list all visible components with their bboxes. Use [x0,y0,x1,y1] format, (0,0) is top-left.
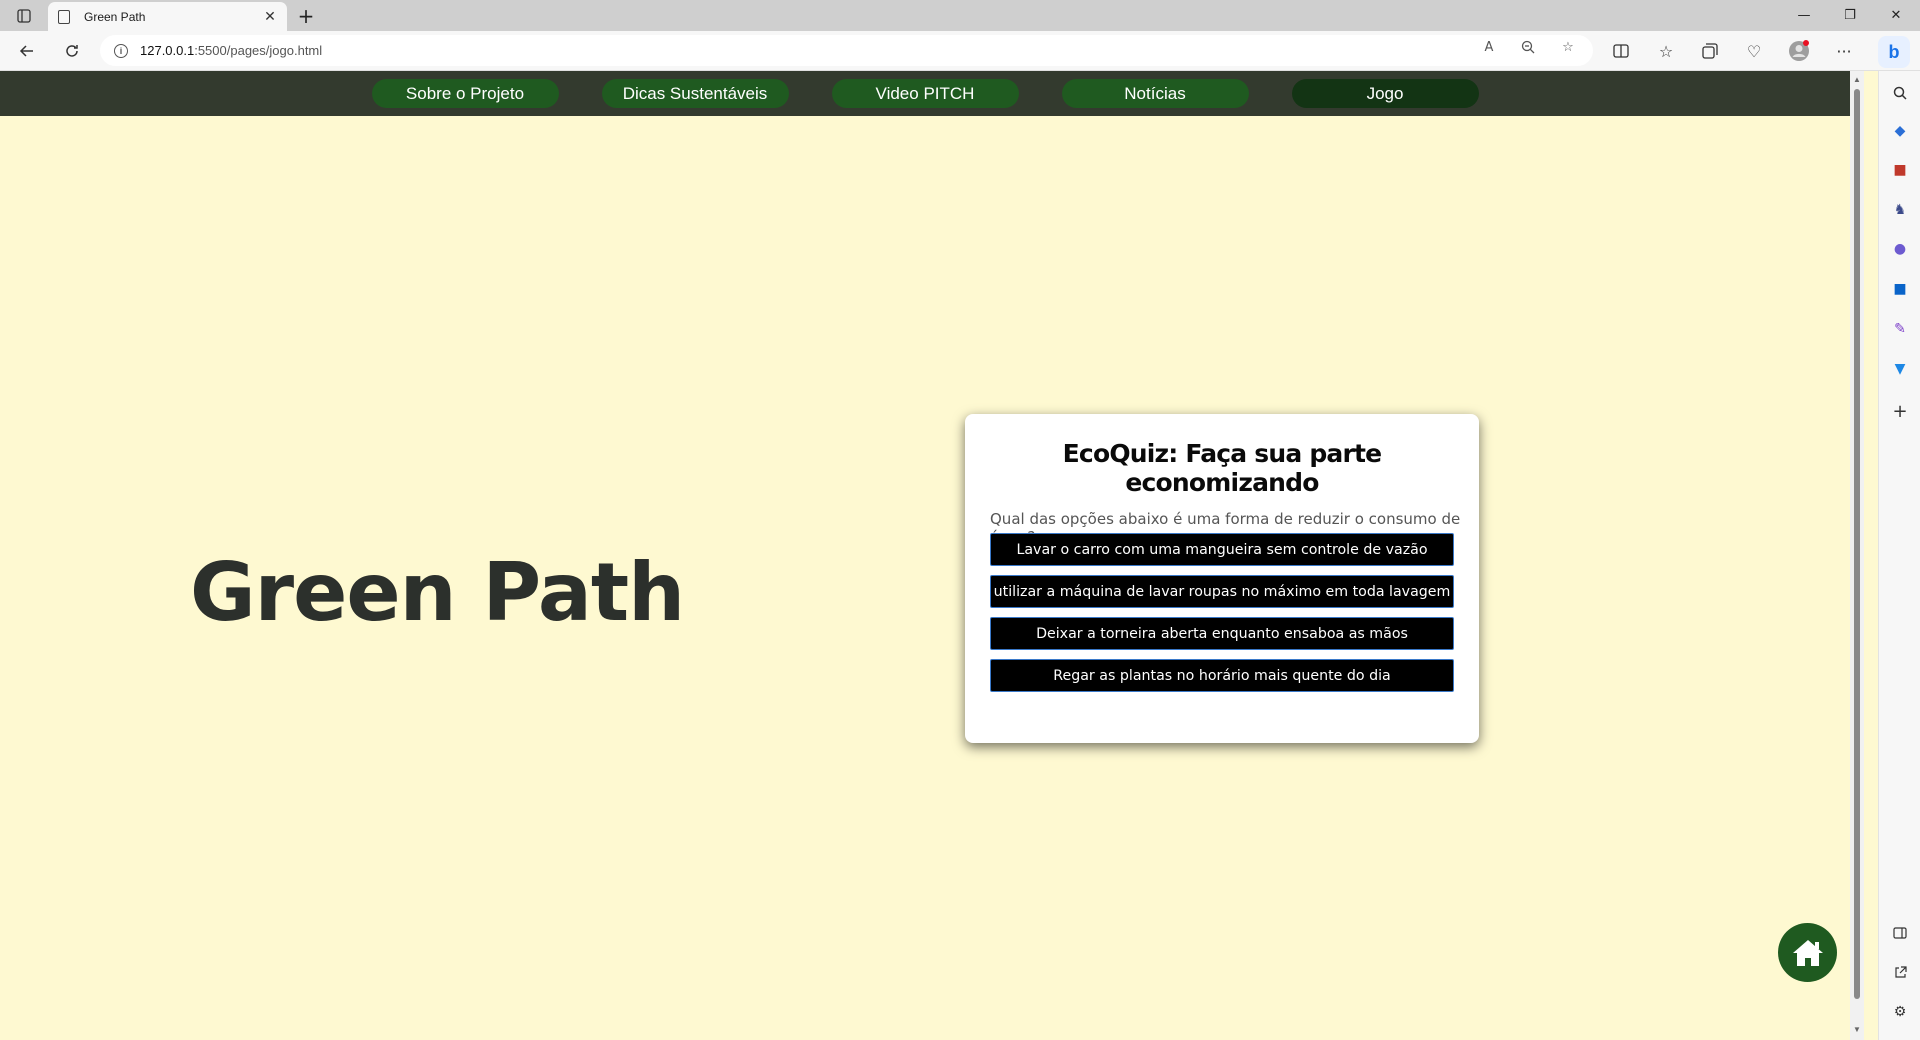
minimize-button[interactable]: — [1781,0,1827,31]
url-path: :5500/pages/jogo.html [194,43,323,58]
zoom-icon[interactable] [1514,36,1542,58]
quiz-title: EcoQuiz: Faça sua parte economizando [1062,439,1382,497]
browser-toolbar: i 127.0.0.1:5500/pages/jogo.html A ☆ ☆ ♡… [0,31,1920,71]
copilot-icon[interactable]: b [1878,36,1910,68]
main-nav: Sobre o Projeto Dicas Sustentáveis Video… [0,71,1850,116]
browser-tab[interactable]: Green Path ✕ [48,2,287,31]
tab-title: Green Path [84,9,146,24]
favorites-icon[interactable]: ☆ [1652,37,1680,65]
refresh-icon[interactable] [58,37,86,65]
tab-actions-icon[interactable] [10,6,38,26]
quiz-card: EcoQuiz: Faça sua parte economizando Qua… [965,414,1479,743]
new-tab-button[interactable]: + [294,4,318,28]
restore-button[interactable]: ❐ [1827,0,1873,31]
more-icon[interactable]: ··· [1830,37,1858,65]
edge-sidebar: ◆ ■ ♞ ● ■ ✎ ▼ + ⚙ [1878,71,1920,1040]
designer-icon[interactable]: ✎ [1890,319,1910,339]
read-aloud-icon[interactable]: A [1475,36,1503,58]
page-icon [58,9,70,24]
scroll-down-icon[interactable]: ▼ [1852,1025,1862,1035]
scroll-thumb[interactable] [1854,89,1860,999]
url-host: 127.0.0.1 [140,43,195,58]
sidebar-panel-icon[interactable] [1890,923,1910,943]
nav-item-video-pitch[interactable]: Video PITCH [831,79,1019,108]
page-scrollbar[interactable]: ▲ ▼ [1850,71,1864,1040]
profile-icon[interactable] [1785,37,1813,65]
shopping-icon[interactable]: ◆ [1890,121,1910,141]
answer-button-4[interactable]: Regar as plantas no horário mais quente … [990,659,1454,692]
page: Sobre o Projeto Dicas Sustentáveis Video… [0,71,1850,1040]
search-icon[interactable] [1890,83,1910,103]
address-bar[interactable]: i 127.0.0.1:5500/pages/jogo.html [100,35,1593,66]
tools-icon[interactable]: ■ [1890,160,1910,180]
drop-icon[interactable]: ▼ [1890,359,1910,379]
nav-item-dicas-sustentaveis[interactable]: Dicas Sustentáveis [601,79,789,108]
answer-button-1[interactable]: Lavar o carro com uma mangueira sem cont… [990,533,1454,566]
browser-essentials-icon[interactable]: ♡ [1740,37,1768,65]
answer-button-2[interactable]: utilizar a máquina de lavar roupas no má… [990,575,1454,608]
favorite-icon[interactable]: ☆ [1554,36,1582,58]
home-icon [1792,939,1823,966]
home-button[interactable] [1778,923,1837,982]
hero-title: Green Path [190,546,685,639]
nav-item-noticias[interactable]: Notícias [1061,79,1249,108]
office-icon[interactable]: ● [1890,239,1910,259]
split-screen-icon[interactable] [1607,37,1635,65]
close-tab-icon[interactable]: ✕ [263,8,277,24]
back-icon[interactable] [13,37,41,65]
open-external-icon[interactable] [1890,962,1910,982]
scroll-up-icon[interactable]: ▲ [1852,75,1862,85]
add-icon[interactable]: + [1890,401,1910,422]
answer-list: Lavar o carro com uma mangueira sem cont… [990,533,1454,701]
nav-item-sobre-o-projeto[interactable]: Sobre o Projeto [371,79,559,108]
settings-icon[interactable]: ⚙ [1890,1002,1910,1022]
site-info-icon[interactable]: i [114,43,128,58]
nav-item-jogo[interactable]: Jogo [1291,79,1479,108]
outlook-icon[interactable]: ■ [1890,279,1910,299]
collections-icon[interactable] [1696,37,1724,65]
tab-bar: Green Path ✕ + — ❐ ✕ [0,0,1920,31]
games-icon[interactable]: ♞ [1890,200,1910,220]
answer-button-3[interactable]: Deixar a torneira aberta enquanto ensabo… [990,617,1454,650]
close-window-button[interactable]: ✕ [1873,0,1919,31]
